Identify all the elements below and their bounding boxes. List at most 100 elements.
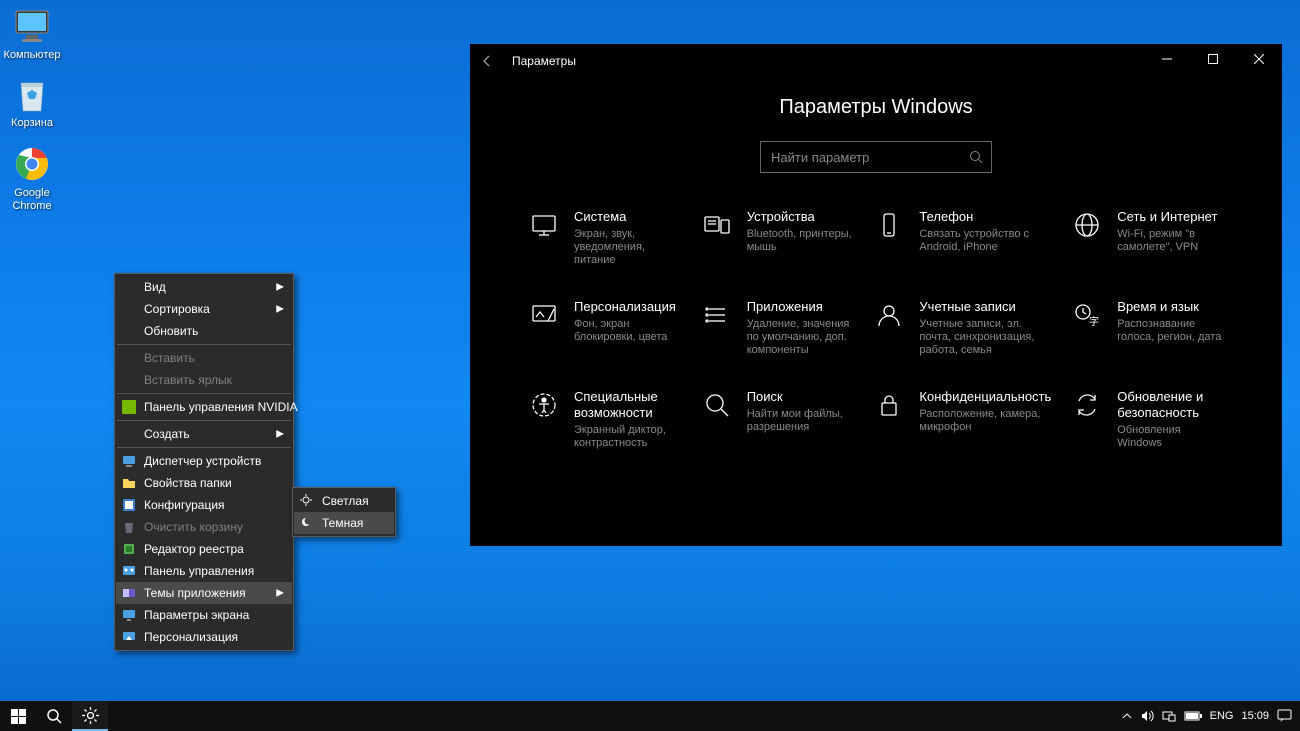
category-network[interactable]: Сеть и ИнтернетWi-Fi, режим "в самолете"… xyxy=(1071,209,1224,267)
volume-icon xyxy=(1140,709,1154,723)
category-update[interactable]: Обновление и безопасностьОбновления Wind… xyxy=(1071,389,1224,450)
category-privacy[interactable]: КонфиденциальностьРасположение, камера, … xyxy=(873,389,1051,450)
maximize-icon xyxy=(1208,54,1218,64)
minimize-button[interactable] xyxy=(1144,44,1190,74)
chevron-right-icon: ▶ xyxy=(276,304,284,315)
menu-item-screen-params[interactable]: Параметры экрана xyxy=(116,604,292,626)
folder-icon xyxy=(121,475,137,491)
svg-text:字: 字 xyxy=(1089,315,1099,328)
desktop[interactable]: Компьютер Корзина Google Chrome Вид▶ Сор… xyxy=(0,0,1300,731)
start-button[interactable] xyxy=(0,701,36,731)
menu-item-app-themes[interactable]: Темы приложения▶ xyxy=(116,582,292,604)
menu-item-control-panel[interactable]: Панель управления xyxy=(116,560,292,582)
regedit-icon xyxy=(121,541,137,557)
menu-item-nvidia[interactable]: Панель управления NVIDIA xyxy=(116,396,292,418)
theme-submenu: Светлая Темная xyxy=(292,487,396,537)
user-icon xyxy=(873,299,905,331)
search-icon xyxy=(969,150,983,164)
apps-icon xyxy=(701,299,733,331)
settings-grid: СистемаЭкран, звук, уведомления, питание… xyxy=(518,209,1234,450)
chrome-icon xyxy=(12,144,52,184)
accessibility-icon xyxy=(528,389,560,421)
sun-icon xyxy=(300,494,314,508)
tray-chevron-up[interactable] xyxy=(1122,701,1132,731)
menu-item-sort[interactable]: Сортировка▶ xyxy=(116,298,292,320)
phone-icon xyxy=(873,209,905,241)
menu-item-refresh[interactable]: Обновить xyxy=(116,320,292,342)
desktop-icon-recycle-bin[interactable]: Корзина xyxy=(0,74,70,130)
category-apps[interactable]: ПриложенияУдаление, значения по умолчани… xyxy=(701,299,854,357)
clock-lang-icon: 字 xyxy=(1071,299,1103,331)
device-manager-icon xyxy=(121,453,137,469)
system-tray: ENG 15:09 xyxy=(1114,701,1300,731)
back-button[interactable] xyxy=(470,44,504,78)
category-time-language[interactable]: 字Время и языкРаспознавание голоса, регио… xyxy=(1071,299,1224,357)
desktop-icon-chrome[interactable]: Google Chrome xyxy=(0,144,70,213)
settings-heading: Параметры Windows xyxy=(518,96,1234,119)
menu-item-create[interactable]: Создать▶ xyxy=(116,423,292,445)
window-title: Параметры xyxy=(504,54,576,68)
windows-icon xyxy=(11,709,26,724)
network-icon xyxy=(1162,709,1176,723)
close-button[interactable] xyxy=(1236,44,1282,74)
globe-icon xyxy=(1071,209,1103,241)
window-controls xyxy=(1144,44,1282,74)
submenu-item-light[interactable]: Светлая xyxy=(294,490,394,512)
search-icon xyxy=(46,708,62,724)
battery-icon xyxy=(1184,710,1202,722)
category-phone[interactable]: ТелефонСвязать устройство с Android, iPh… xyxy=(873,209,1051,267)
tray-volume[interactable] xyxy=(1140,701,1154,731)
menu-item-view[interactable]: Вид▶ xyxy=(116,276,292,298)
theme-icon xyxy=(121,585,137,601)
taskbar-search-button[interactable] xyxy=(36,701,72,731)
arrow-left-icon xyxy=(480,54,494,68)
tray-battery[interactable] xyxy=(1184,701,1202,731)
chevron-right-icon: ▶ xyxy=(276,429,284,440)
icon-label: Компьютер xyxy=(0,49,70,62)
titlebar[interactable]: Параметры xyxy=(470,44,1282,78)
submenu-item-dark[interactable]: Темная xyxy=(294,512,394,534)
icon-label: Корзина xyxy=(0,117,70,130)
brush-icon xyxy=(528,299,560,331)
settings-window: Параметры Параметры Windows СистемаЭкран… xyxy=(470,44,1282,546)
config-icon xyxy=(121,497,137,513)
bin-icon xyxy=(121,519,137,535)
menu-item-configuration[interactable]: Конфигурация xyxy=(116,494,292,516)
category-personalization[interactable]: ПерсонализацияФон, экран блокировки, цве… xyxy=(528,299,681,357)
system-icon xyxy=(528,209,560,241)
category-search[interactable]: ПоискНайти мои файлы, разрешения xyxy=(701,389,854,450)
display-icon xyxy=(121,607,137,623)
desktop-icon-computer[interactable]: Компьютер xyxy=(0,6,70,62)
tray-clock[interactable]: 15:09 xyxy=(1241,701,1269,731)
menu-item-paste: Вставить xyxy=(116,347,292,369)
tray-network[interactable] xyxy=(1162,701,1176,731)
tray-action-center[interactable] xyxy=(1277,701,1292,731)
category-accessibility[interactable]: Специальные возможностиЭкранный диктор, … xyxy=(528,389,681,450)
tray-language[interactable]: ENG xyxy=(1210,701,1234,731)
menu-item-folder-props[interactable]: Свойства папки xyxy=(116,472,292,494)
recycle-bin-icon xyxy=(12,74,52,114)
taskbar: ENG 15:09 xyxy=(0,701,1300,731)
category-system[interactable]: СистемаЭкран, звук, уведомления, питание xyxy=(528,209,681,267)
menu-item-device-manager[interactable]: Диспетчер устройств xyxy=(116,450,292,472)
minimize-icon xyxy=(1162,54,1172,64)
close-icon xyxy=(1254,54,1264,64)
nvidia-icon xyxy=(121,399,137,415)
chevron-right-icon: ▶ xyxy=(276,588,284,599)
menu-item-personalization[interactable]: Персонализация xyxy=(116,626,292,648)
category-devices[interactable]: УстройстваBluetooth, принтеры, мышь xyxy=(701,209,854,267)
menu-item-regedit[interactable]: Редактор реестра xyxy=(116,538,292,560)
moon-icon xyxy=(300,516,314,530)
gear-icon xyxy=(82,707,99,724)
settings-search[interactable] xyxy=(760,141,992,173)
menu-separator xyxy=(117,344,291,345)
desktop-context-menu: Вид▶ Сортировка▶ Обновить Вставить Встав… xyxy=(114,273,294,651)
taskbar-settings-button[interactable] xyxy=(72,701,108,731)
computer-icon xyxy=(12,6,52,46)
control-panel-icon xyxy=(121,563,137,579)
maximize-button[interactable] xyxy=(1190,44,1236,74)
lock-icon xyxy=(873,389,905,421)
search-input[interactable] xyxy=(771,150,961,165)
category-accounts[interactable]: Учетные записиУчетные записи, эл. почта,… xyxy=(873,299,1051,357)
devices-icon xyxy=(701,209,733,241)
